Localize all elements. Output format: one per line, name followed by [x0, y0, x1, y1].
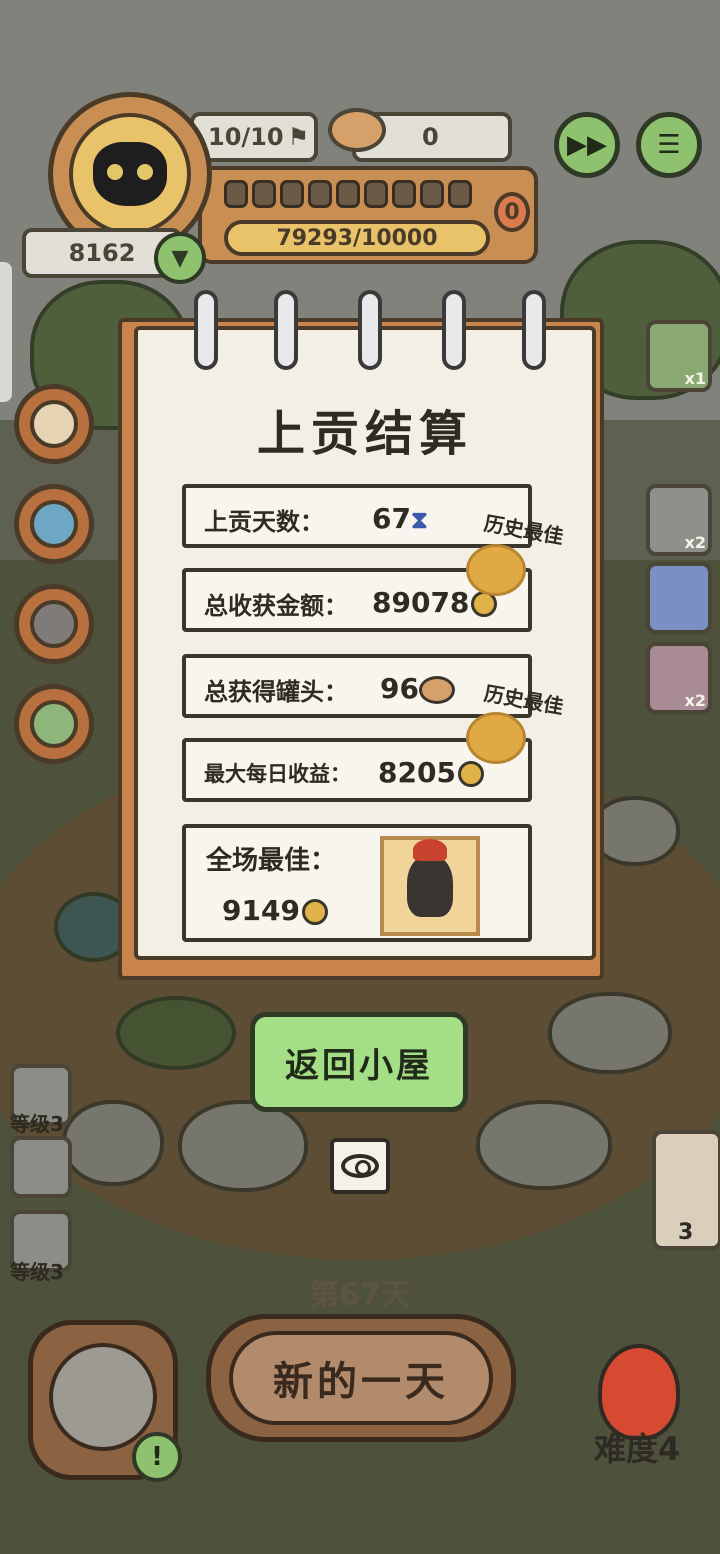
- level-slot[interactable]: [10, 1136, 72, 1198]
- owl-count: 3: [678, 1220, 694, 1245]
- segment-bar: [224, 180, 472, 208]
- mvp-row: 全场最佳： 9149: [182, 824, 532, 942]
- row-value-wrap: 96: [380, 672, 455, 705]
- avatar-frame: [69, 113, 191, 235]
- item-count: x2: [684, 691, 706, 710]
- expand-icon[interactable]: ▼: [154, 232, 206, 284]
- counter-badge: 0: [494, 192, 530, 232]
- collar-button[interactable]: [14, 384, 94, 464]
- capacity-value: 10/10: [208, 123, 284, 151]
- fast-forward-button[interactable]: ▶▶: [554, 112, 620, 178]
- fast-forward-icon: ▶▶: [567, 130, 607, 160]
- cat-bowl-button[interactable]: [14, 584, 94, 664]
- row-value: 96: [380, 672, 419, 705]
- total-cans-row: 总获得罐头： 96: [182, 654, 532, 718]
- notebook-ring: [358, 290, 382, 370]
- row-label: 总获得罐头：: [204, 678, 348, 706]
- screen-edge: [0, 262, 12, 402]
- item-count: x1: [684, 369, 706, 388]
- can-icon: [418, 676, 455, 704]
- menu-button[interactable]: ☰: [636, 112, 702, 178]
- segment: [280, 180, 304, 208]
- medkit-icon: [30, 700, 78, 748]
- status-hud: 0 79293/10000 10/10 ⚑ 0 8162 ▼: [22, 92, 542, 284]
- day-counter: 第67天: [309, 1278, 411, 1313]
- segment: [336, 180, 360, 208]
- segment: [420, 180, 444, 208]
- mvp-label: 全场最佳：: [206, 846, 337, 876]
- rooster-icon: [407, 839, 453, 917]
- row-value: 89078: [372, 586, 470, 619]
- paw-stamp-icon: [466, 544, 526, 596]
- eye-icon: [341, 1154, 379, 1178]
- notebook-ring: [194, 290, 218, 370]
- segment: [392, 180, 416, 208]
- notebook-ring: [442, 290, 466, 370]
- view-toggle-button[interactable]: [330, 1138, 390, 1194]
- item-slot-card[interactable]: [646, 562, 712, 634]
- bowl-icon: [30, 600, 78, 648]
- segment: [224, 180, 248, 208]
- mvp-portrait: [380, 836, 480, 936]
- progress-panel: 0 79293/10000: [198, 166, 538, 264]
- bear-icon: [49, 1343, 157, 1451]
- paw-coin-icon: [301, 899, 328, 925]
- row-value: 8205: [378, 756, 456, 789]
- can-icon: [328, 108, 386, 152]
- new-day-button[interactable]: 新的一天: [206, 1314, 516, 1442]
- plunger-icon: [30, 500, 78, 548]
- collar-icon: [30, 400, 78, 448]
- difficulty-label: 难度4: [594, 1430, 681, 1468]
- row-value: 67: [372, 502, 411, 535]
- notebook-ring: [522, 290, 546, 370]
- plunger-button[interactable]: [14, 484, 94, 564]
- row-label: 最大每日收益：: [204, 762, 351, 786]
- item-slot-crystal[interactable]: x2: [646, 642, 712, 714]
- alert-icon[interactable]: !: [132, 1432, 182, 1482]
- notebook-ring: [274, 290, 298, 370]
- level-label: 等级3: [10, 1112, 64, 1136]
- flag-icon: ⚑: [287, 123, 310, 151]
- mvp-value-wrap: 9149: [222, 894, 328, 927]
- segment: [448, 180, 472, 208]
- goal-progress: 79293/10000: [224, 220, 490, 256]
- difficulty-indicator[interactable]: 难度4: [566, 1324, 706, 1468]
- hourglass-icon: ⧗: [410, 506, 428, 534]
- row-label: 上贡天数：: [204, 508, 324, 536]
- return-home-button[interactable]: 返回小屋: [250, 1012, 468, 1112]
- segment: [308, 180, 332, 208]
- segment: [252, 180, 276, 208]
- paw-stamp-icon: [466, 712, 526, 764]
- mvp-value: 9149: [222, 894, 300, 927]
- row-value-wrap: 8205: [378, 756, 484, 789]
- item-slot-jar[interactable]: x2: [646, 484, 712, 556]
- menu-icon: ☰: [657, 130, 681, 160]
- dialog-title: 上贡结算: [256, 406, 473, 462]
- row-value-wrap: 67⧗: [372, 502, 428, 535]
- item-count: x2: [684, 533, 706, 552]
- black-cat-icon: [93, 142, 167, 206]
- segment: [364, 180, 388, 208]
- tribute-days-row: 上贡天数： 67⧗: [182, 484, 532, 548]
- row-label: 总收获金额：: [204, 592, 348, 620]
- device-button[interactable]: [14, 684, 94, 764]
- item-slot-food[interactable]: x1: [646, 320, 712, 392]
- paw-coin-icon: [457, 761, 484, 787]
- new-day-label: 新的一天: [229, 1331, 493, 1425]
